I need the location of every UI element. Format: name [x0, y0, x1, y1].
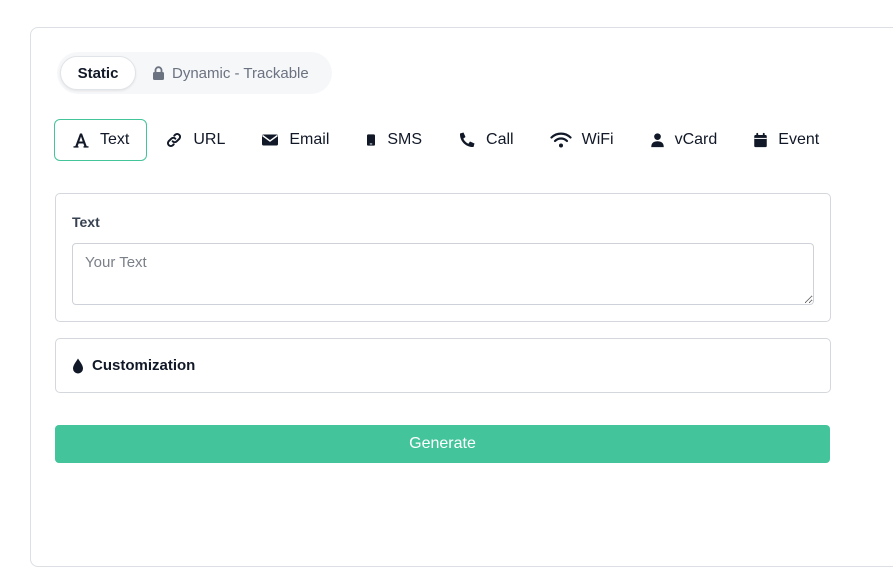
type-tabs: Text URL Email SMS Call WiFi vCard Event [54, 119, 837, 161]
tab-email[interactable]: Email [243, 119, 347, 161]
tab-vcard[interactable]: vCard [632, 119, 736, 161]
text-panel: Text [55, 193, 831, 322]
calendar-icon [754, 132, 768, 148]
generate-button[interactable]: Generate [55, 425, 830, 463]
user-icon [650, 133, 664, 148]
tab-label: Event [778, 131, 820, 148]
phone-icon [460, 132, 475, 148]
lock-icon [153, 66, 164, 80]
tab-label: SMS [387, 131, 423, 148]
mode-static-label: Static [77, 64, 119, 82]
tab-wifi[interactable]: WiFi [532, 119, 632, 161]
text-icon [73, 133, 89, 148]
customization-panel[interactable]: Customization [55, 338, 831, 393]
tab-label: Text [100, 131, 130, 148]
mode-static-button[interactable]: Static [60, 56, 136, 90]
tab-call[interactable]: Call [440, 119, 532, 161]
tab-event[interactable]: Event [735, 119, 837, 161]
tab-label: URL [193, 131, 226, 148]
tab-sms[interactable]: SMS [347, 119, 440, 161]
tab-text[interactable]: Text [54, 119, 148, 161]
mobile-icon [367, 134, 376, 146]
wifi-icon [550, 132, 572, 148]
mode-dynamic-button[interactable]: Dynamic - Trackable [152, 65, 309, 82]
mode-toggle: Static Dynamic - Trackable [57, 52, 332, 94]
tab-label: Call [486, 131, 514, 148]
link-icon [167, 133, 182, 147]
tab-label: Email [289, 131, 330, 148]
tab-label: vCard [674, 131, 718, 148]
customization-title: Customization [92, 357, 196, 374]
text-input[interactable] [72, 243, 814, 305]
tab-url[interactable]: URL [147, 119, 243, 161]
text-field-label: Text [72, 214, 100, 230]
envelope-icon [262, 134, 279, 146]
tab-label: WiFi [581, 131, 614, 148]
droplet-icon [73, 358, 83, 373]
mode-dynamic-label: Dynamic - Trackable [172, 64, 309, 82]
